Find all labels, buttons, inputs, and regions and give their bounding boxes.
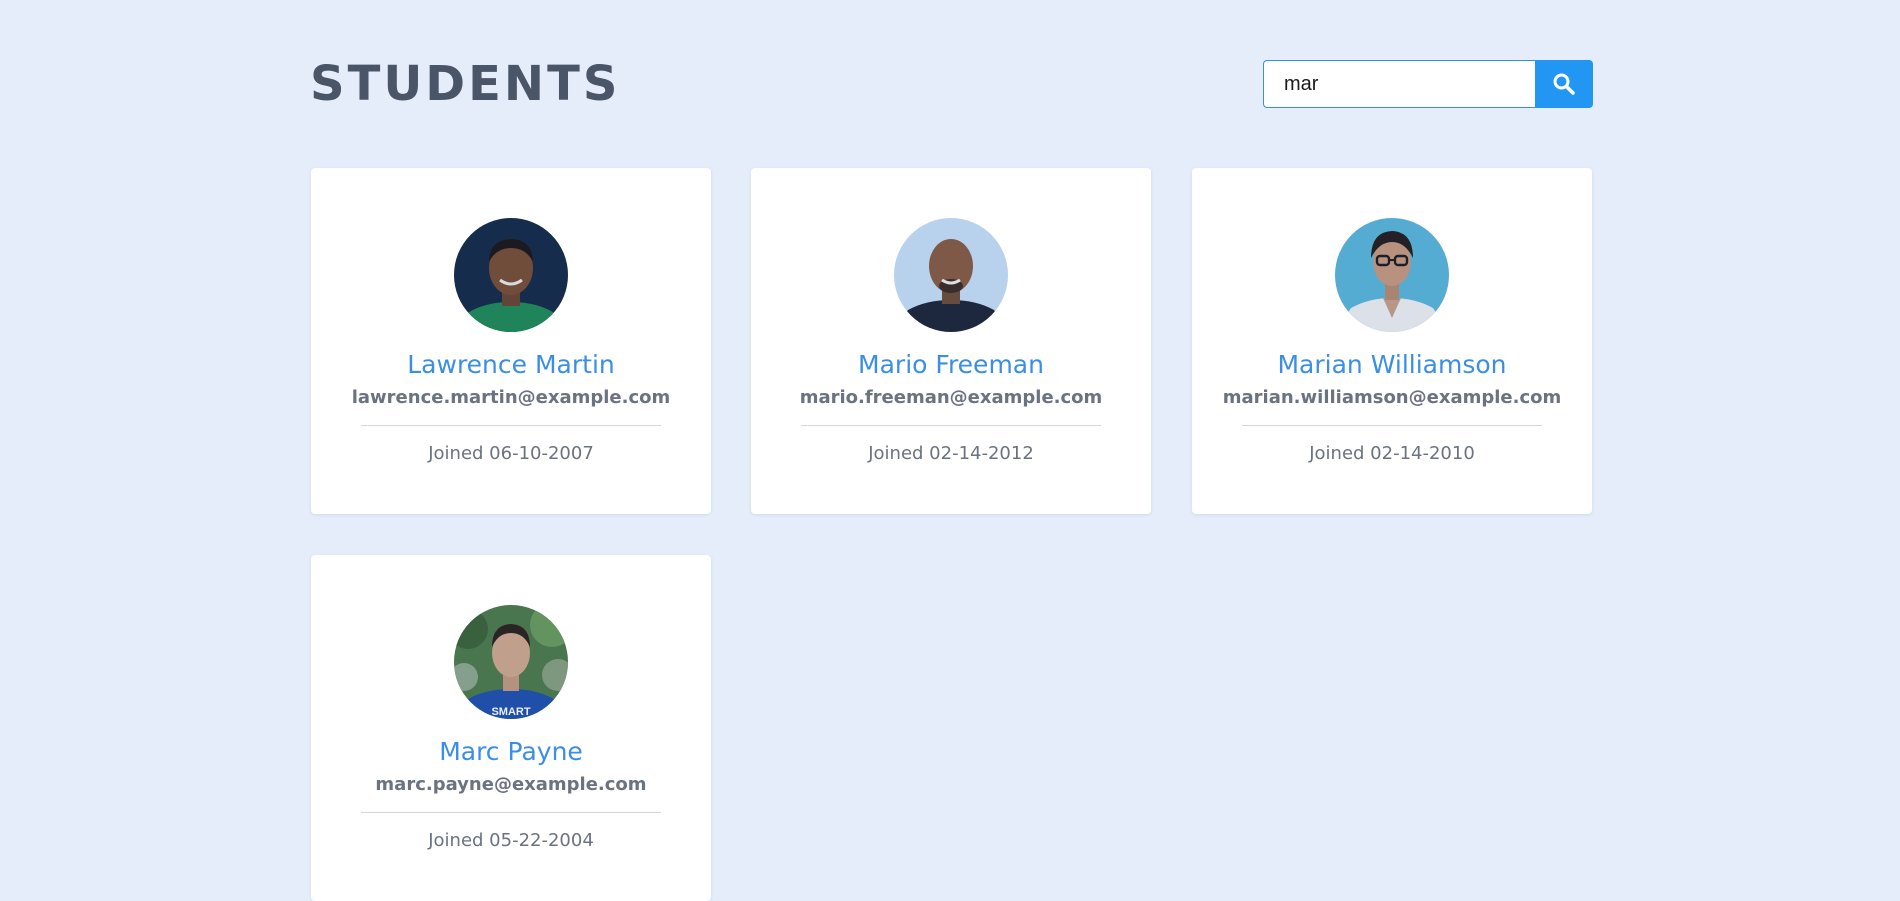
student-card[interactable]: Marian Williamson marian.williamson@exam… xyxy=(1192,168,1592,514)
join-date: Joined 05-22-2004 xyxy=(428,830,594,851)
join-date: Joined 02-14-2010 xyxy=(1309,443,1475,464)
student-email: marian.williamson@example.com xyxy=(1222,387,1562,408)
card-divider xyxy=(361,425,661,426)
student-name: Mario Freeman xyxy=(858,350,1044,379)
join-date: Joined 06-10-2007 xyxy=(428,443,594,464)
avatar: SMART xyxy=(454,605,568,719)
card-divider xyxy=(1242,425,1542,426)
avatar xyxy=(894,218,1008,332)
student-email: mario.freeman@example.com xyxy=(799,387,1103,408)
avatar xyxy=(1335,218,1449,332)
student-name: Marian Williamson xyxy=(1277,350,1507,379)
student-card[interactable]: Mario Freeman mario.freeman@example.com … xyxy=(751,168,1151,514)
student-card[interactable]: SMART Marc Payne marc.payne@example.com … xyxy=(311,555,711,901)
avatar xyxy=(454,218,568,332)
search-input[interactable] xyxy=(1263,60,1535,108)
card-divider xyxy=(361,812,661,813)
student-email: lawrence.martin@example.com xyxy=(351,387,671,408)
card-divider xyxy=(801,425,1101,426)
join-date: Joined 02-14-2012 xyxy=(868,443,1034,464)
student-card[interactable]: Lawrence Martin lawrence.martin@example.… xyxy=(311,168,711,514)
page-title: STUDENTS xyxy=(310,56,621,112)
search-bar xyxy=(1263,60,1593,108)
student-name: Marc Payne xyxy=(439,737,583,766)
search-button[interactable] xyxy=(1535,60,1593,108)
student-name: Lawrence Martin xyxy=(407,350,615,379)
search-icon xyxy=(1553,73,1575,95)
student-email: marc.payne@example.com xyxy=(375,774,647,795)
